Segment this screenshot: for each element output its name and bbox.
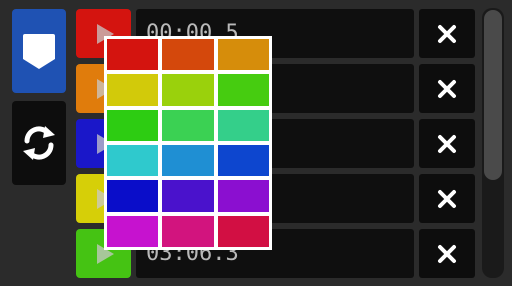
- close-icon: [438, 189, 456, 208]
- remove-cue-button[interactable]: [419, 64, 475, 113]
- color-picker-popup: [104, 36, 272, 250]
- color-swatch[interactable]: [107, 39, 159, 71]
- color-swatch[interactable]: [217, 215, 269, 247]
- color-swatch[interactable]: [162, 180, 214, 212]
- color-swatch[interactable]: [107, 74, 159, 106]
- app-window: 00:00.5 03:06.3: [0, 0, 512, 286]
- color-swatch[interactable]: [107, 145, 159, 177]
- color-swatch[interactable]: [107, 215, 159, 247]
- color-swatch[interactable]: [217, 39, 269, 71]
- close-icon: [438, 244, 456, 263]
- loop-icon: [23, 126, 55, 160]
- tag-color-button[interactable]: [12, 9, 66, 93]
- color-swatch[interactable]: [217, 145, 269, 177]
- color-swatch[interactable]: [217, 180, 269, 212]
- close-icon: [438, 79, 456, 98]
- remove-cue-button[interactable]: [419, 9, 475, 58]
- color-swatch[interactable]: [162, 39, 214, 71]
- color-swatch[interactable]: [217, 109, 269, 141]
- scroll-thumb[interactable]: [484, 10, 502, 180]
- color-swatch[interactable]: [162, 74, 214, 106]
- remove-cue-button[interactable]: [419, 229, 475, 278]
- color-swatch[interactable]: [162, 215, 214, 247]
- remove-cue-button[interactable]: [419, 119, 475, 168]
- close-icon: [438, 134, 456, 153]
- color-swatch[interactable]: [107, 180, 159, 212]
- tag-icon: [23, 34, 55, 69]
- close-icon: [438, 24, 456, 43]
- loop-button[interactable]: [12, 101, 66, 185]
- color-swatch[interactable]: [162, 109, 214, 141]
- remove-cue-button[interactable]: [419, 174, 475, 223]
- scrollbar[interactable]: [482, 8, 504, 278]
- color-swatch[interactable]: [162, 145, 214, 177]
- color-swatch[interactable]: [217, 74, 269, 106]
- color-swatch[interactable]: [107, 109, 159, 141]
